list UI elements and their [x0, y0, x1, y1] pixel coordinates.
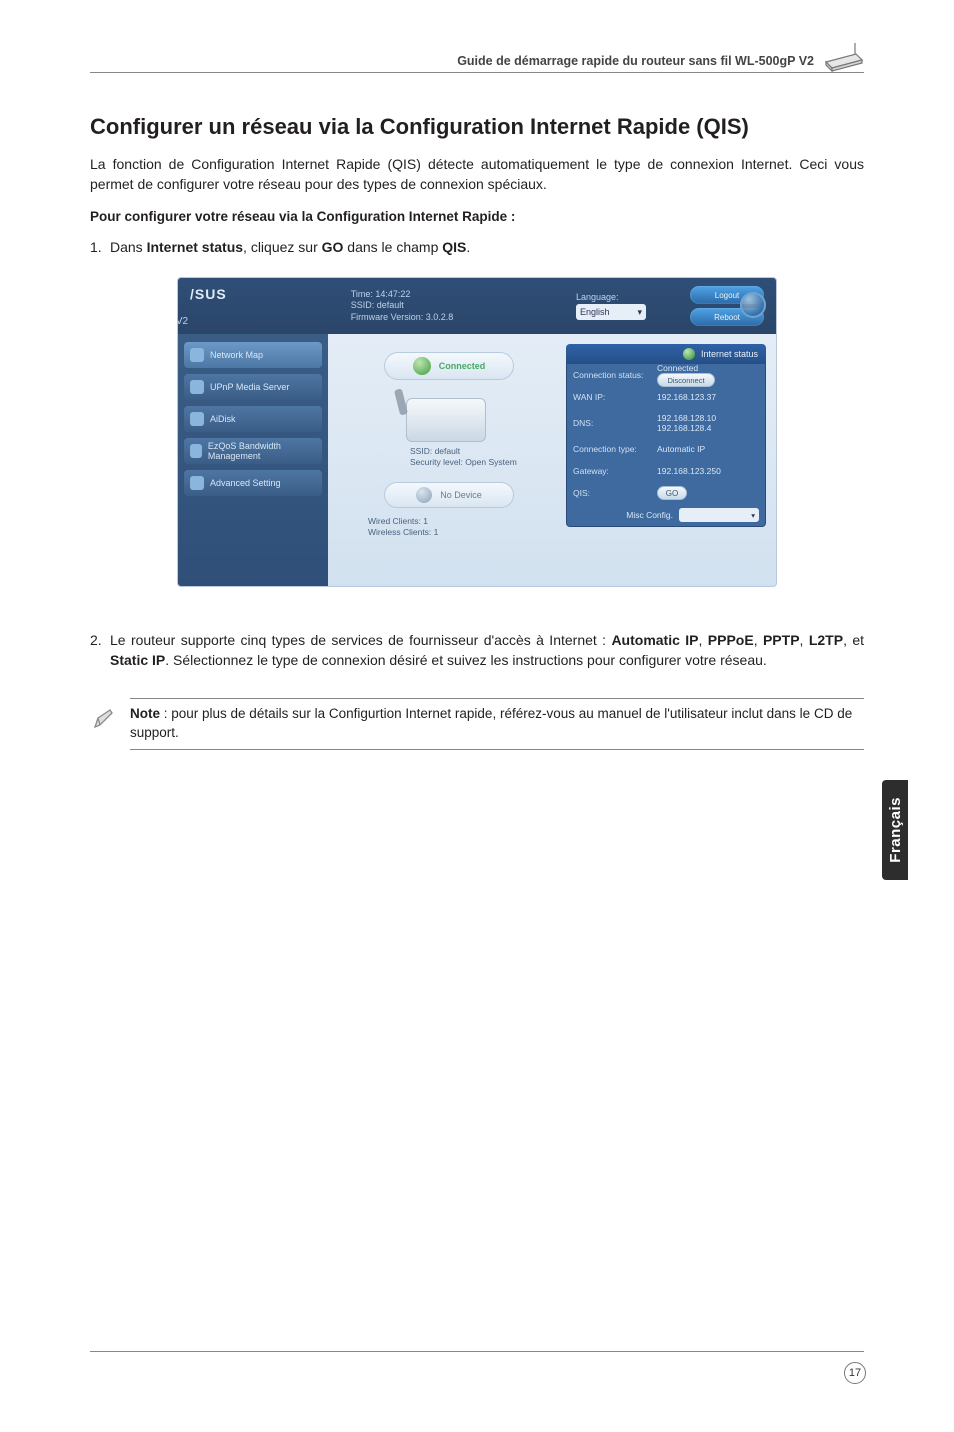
- check-icon: [413, 357, 431, 375]
- wan-ip-value: 192.168.123.37: [657, 392, 765, 402]
- model-label: WL-500gP V2: [177, 316, 227, 327]
- topbar-info: Time: 14:47:22 SSID: default Firmware Ve…: [241, 289, 562, 324]
- language-label: Language:: [576, 292, 676, 302]
- router-info: SSID: default Security level: Open Syste…: [410, 446, 548, 468]
- client-counts: Wired Clients: 1 Wireless Clients: 1: [368, 516, 548, 538]
- step-2: 2.Le routeur supporte cinq types de serv…: [90, 631, 864, 670]
- internet-status-panel: Internet status Connection status:Connec…: [566, 344, 766, 527]
- sidebar-item-advanced[interactable]: Advanced Setting: [184, 470, 322, 496]
- ezqos-icon: [190, 444, 202, 458]
- globe-icon: [740, 292, 766, 318]
- sidebar-item-network-map[interactable]: Network Map: [184, 342, 322, 368]
- router-ui-screenshot: /SUS WL-500gP V2 Time: 14:47:22 SSID: de…: [177, 277, 777, 587]
- aidisk-icon: [190, 412, 204, 426]
- wan-ip-label: WAN IP:: [567, 392, 657, 402]
- conn-type-value: Automatic IP: [657, 444, 765, 454]
- status-ok-icon: [683, 348, 695, 360]
- connected-pill[interactable]: Connected: [384, 352, 514, 380]
- map-icon: [190, 348, 204, 362]
- language-side-tab-label: Français: [887, 797, 904, 863]
- upnp-icon: [190, 380, 204, 394]
- misc-config-select[interactable]: ▾: [679, 508, 759, 522]
- language-block: Language: English▾: [576, 292, 676, 320]
- center-column: Connected SSID: default Security level: …: [348, 352, 548, 538]
- router-image[interactable]: [406, 398, 486, 442]
- note-rule-top: [130, 698, 864, 699]
- note-text: : pour plus de détails sur la Configurti…: [130, 706, 852, 740]
- qis-label: QIS:: [567, 488, 657, 498]
- note-label: Note: [130, 706, 160, 721]
- dns-label: DNS:: [567, 418, 657, 428]
- sidebar-item-aidisk[interactable]: AiDisk: [184, 406, 322, 432]
- header-rule: [90, 72, 864, 73]
- gateway-value: 192.168.123.250: [657, 466, 765, 476]
- sub-heading: Pour configurer votre réseau via la Conf…: [90, 209, 864, 224]
- footer-rule: [90, 1351, 864, 1352]
- topbar: /SUS WL-500gP V2 Time: 14:47:22 SSID: de…: [178, 278, 776, 334]
- brand-logo: /SUS: [190, 286, 227, 302]
- sidebar: Network Map UPnP Media Server AiDisk EzQ…: [178, 334, 328, 586]
- step-2-number: 2.: [90, 631, 110, 651]
- language-side-tab: Français: [882, 780, 908, 880]
- router-icon: [822, 40, 866, 72]
- main-panel: Connected SSID: default Security level: …: [328, 334, 776, 586]
- misc-config-label: Misc Config.: [626, 510, 673, 520]
- conn-status-label: Connection status:: [567, 370, 657, 380]
- conn-status-value: Connected: [657, 363, 698, 373]
- header-text: Guide de démarrage rapide du routeur san…: [457, 54, 814, 68]
- gear-icon: [190, 476, 204, 490]
- qis-go-button[interactable]: GO: [657, 486, 687, 500]
- page-heading: Configurer un réseau via la Configuratio…: [90, 114, 864, 140]
- step-1-number: 1.: [90, 238, 110, 258]
- note-block: Note : pour plus de détails sur la Confi…: [90, 698, 864, 750]
- dns-value: 192.168.128.10192.168.128.4: [657, 413, 765, 433]
- internet-status-table: Connection status:ConnectedDisconnect WA…: [566, 364, 766, 527]
- sidebar-item-upnp[interactable]: UPnP Media Server: [184, 374, 322, 400]
- disconnect-button[interactable]: Disconnect: [657, 373, 715, 387]
- sidebar-item-ezqos[interactable]: EzQoS Bandwidth Management: [184, 438, 322, 464]
- note-rule-bottom: [130, 749, 864, 750]
- step-1: 1.Dans Internet status, cliquez sur GO d…: [90, 238, 864, 258]
- page-number: 17: [844, 1362, 866, 1384]
- no-device-pill[interactable]: No Device: [384, 482, 514, 508]
- language-select[interactable]: English▾: [576, 304, 646, 320]
- conn-type-label: Connection type:: [567, 444, 657, 454]
- intro-paragraph: La fonction de Configuration Internet Ra…: [90, 154, 864, 195]
- device-icon: [416, 487, 432, 503]
- internet-status-header: Internet status: [566, 344, 766, 364]
- pencil-icon: [92, 707, 116, 736]
- gateway-label: Gateway:: [567, 466, 657, 476]
